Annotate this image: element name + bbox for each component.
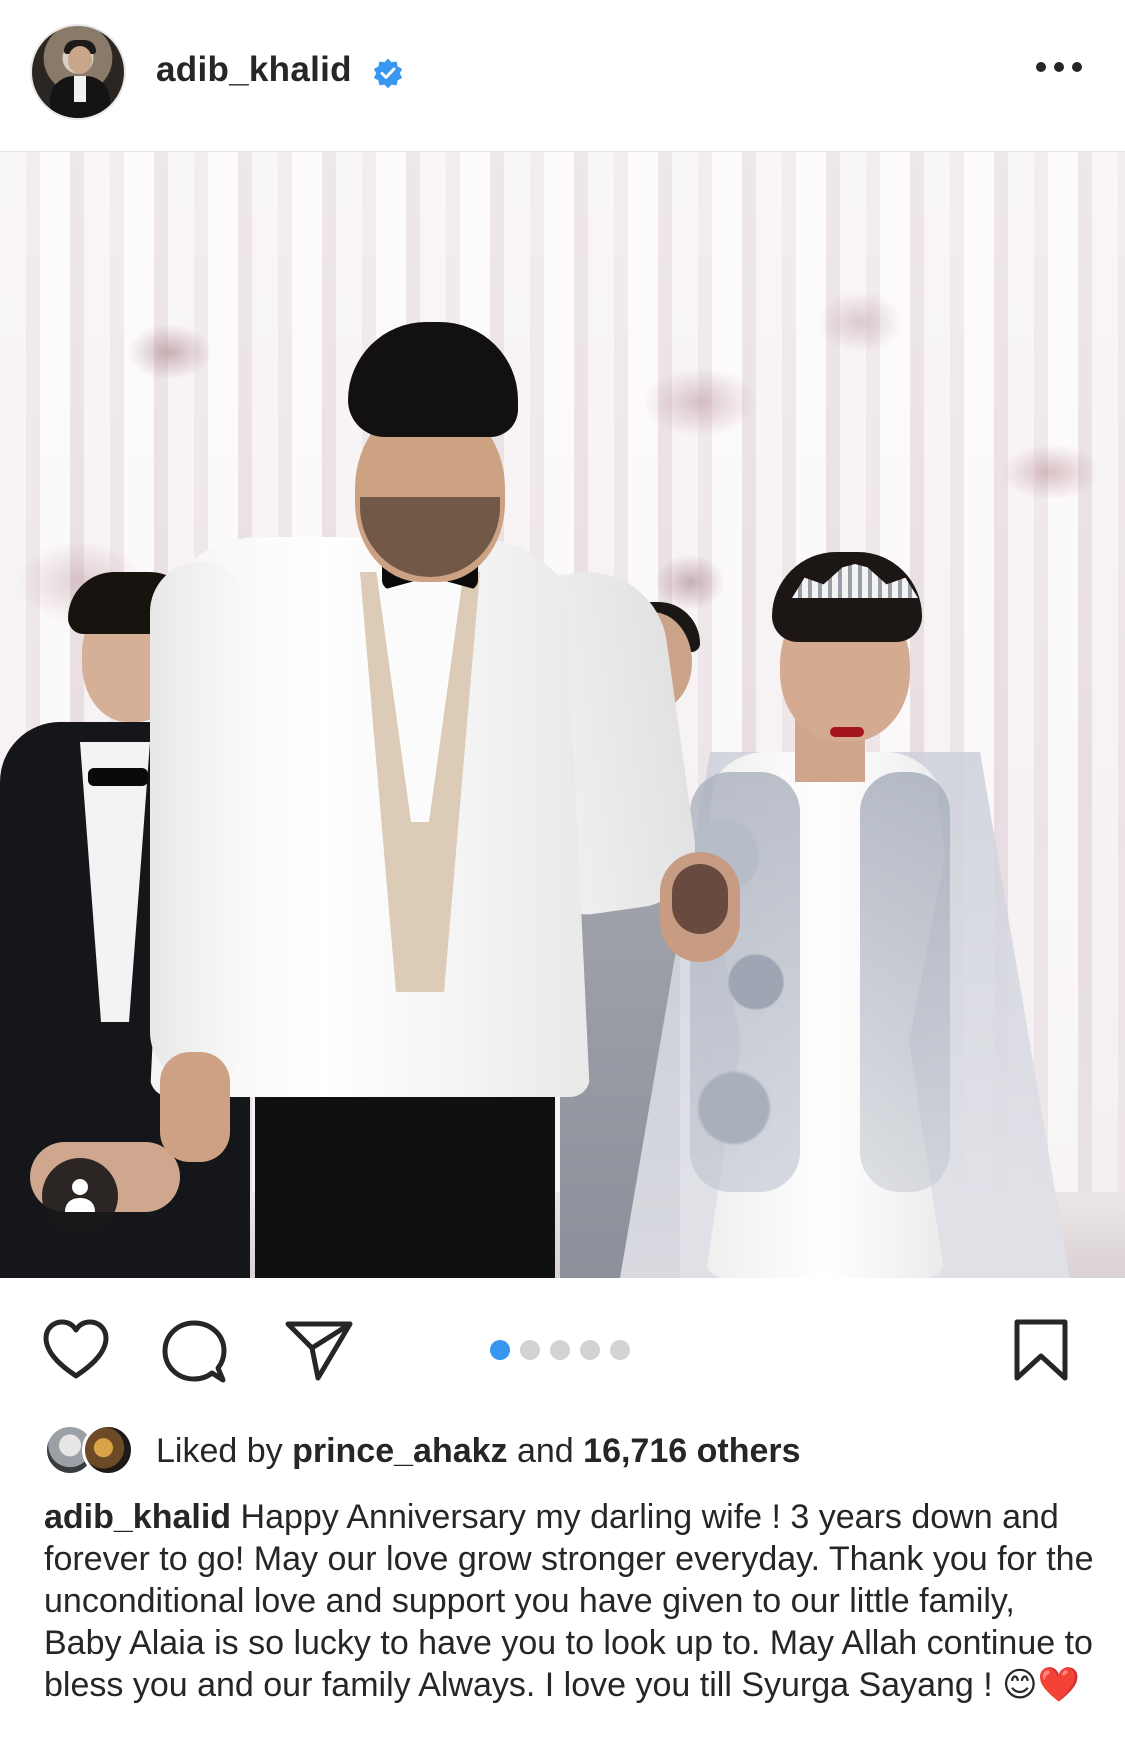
carousel-dot [490,1340,510,1360]
likes-text: Liked by prince_ahakz and 16,716 others [156,1432,801,1471]
comment-icon[interactable] [160,1318,228,1386]
groom-sleeve-left [150,562,250,1082]
bride-lace-right [860,772,950,1192]
groom-hand [160,1052,230,1162]
share-icon[interactable] [284,1318,354,1382]
post-caption: adib_khalid Happy Anniversary my darling… [44,1496,1094,1706]
carousel-dot [610,1340,630,1360]
heart-icon[interactable] [40,1318,112,1382]
carousel-dot [520,1340,540,1360]
more-options-icon[interactable] [1036,60,1082,74]
liker-avatar[interactable] [82,1424,134,1476]
henna-pattern [672,864,728,934]
liker-username-link[interactable]: prince_ahakz [292,1432,507,1470]
user-tag-icon [65,1179,95,1212]
likes-prefix: Liked by [156,1432,293,1470]
carousel-dot [580,1340,600,1360]
likes-count-link[interactable]: 16,716 others [583,1432,800,1470]
verified-badge-icon [373,58,403,89]
smile-emoji: 😊 [1002,1665,1038,1705]
heart-emoji: ❤️ [1037,1665,1080,1705]
caption-username-link[interactable]: adib_khalid [44,1498,231,1536]
groom-trousers [255,1092,555,1278]
username-link[interactable]: adib_khalid [156,50,352,90]
avatar-shirt [74,76,86,102]
carousel-dot [550,1340,570,1360]
avatar-face [68,46,92,74]
likes-summary: Liked by prince_ahakz and 16,716 others [44,1420,1084,1480]
post-header: adib_khalid [0,0,1125,152]
likes-joiner: and [507,1432,584,1470]
tagged-users-button[interactable] [42,1158,118,1234]
bride-lips [830,727,864,737]
profile-avatar[interactable] [30,24,126,120]
bride-lace-left [690,772,800,1192]
bookmark-icon[interactable] [1012,1318,1070,1382]
post-photo[interactable] [0,152,1125,1278]
groomsman-bowtie [88,768,148,786]
